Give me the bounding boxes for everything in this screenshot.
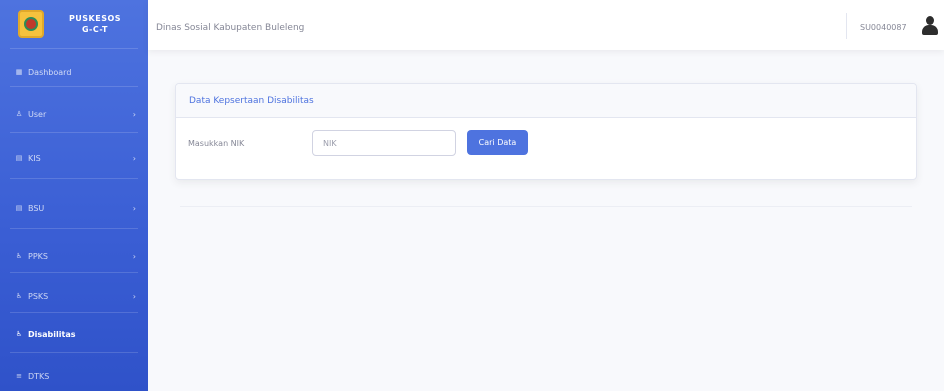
user-icon: ♙ <box>15 110 23 118</box>
wheelchair-icon: ♿ <box>15 292 23 300</box>
sidebar-divider <box>10 132 138 133</box>
sidebar-item-label: PPKS <box>28 251 48 261</box>
sidebar-divider <box>10 228 138 229</box>
dashboard-icon: ▦ <box>15 68 23 76</box>
sidebar-divider <box>10 86 138 87</box>
table-icon: ▤ <box>15 154 23 162</box>
emblem-icon <box>24 16 38 31</box>
brand[interactable]: PUSKESOS G-C-T <box>0 0 148 47</box>
card-title: Data Kepsertaan Disabilitas <box>176 84 916 118</box>
sidebar-divider <box>10 178 138 179</box>
sidebar-item-label: PSKS <box>28 291 49 301</box>
chevron-right-icon: › <box>132 203 136 213</box>
sidebar-item-kis[interactable]: ▤ KIS › <box>0 148 148 168</box>
sidebar-divider <box>10 352 138 353</box>
nik-label: Masukkan NIK <box>188 139 245 148</box>
sidebar-item-dtks[interactable]: ≡ DTKS <box>0 366 148 386</box>
sidebar-divider <box>10 312 138 313</box>
content-divider <box>180 206 912 207</box>
cari-data-button[interactable]: Cari Data <box>467 130 528 155</box>
wheelchair-icon: ♿ <box>15 252 23 260</box>
topbar-divider <box>846 13 847 39</box>
sidebar-item-dashboard[interactable]: ▦ Dashboard <box>0 62 148 82</box>
brand-title: PUSKESOS G-C-T <box>62 13 128 35</box>
sidebar-item-psks[interactable]: ♿ PSKS › <box>0 286 148 306</box>
chevron-right-icon: › <box>132 153 136 163</box>
sidebar-item-label: KIS <box>28 153 41 163</box>
sidebar: PUSKESOS G-C-T ▦ Dashboard ♙ User › ▤ KI… <box>0 0 148 391</box>
sidebar-divider <box>10 48 138 49</box>
chevron-right-icon: › <box>132 291 136 301</box>
brand-line-2: G-C-T <box>81 24 109 34</box>
chevron-right-icon: › <box>132 109 136 119</box>
sidebar-item-bsu[interactable]: ▤ BSU › <box>0 198 148 218</box>
table-icon: ▤ <box>15 204 23 212</box>
sidebar-item-label: Disabilitas <box>28 329 76 339</box>
sidebar-item-user[interactable]: ♙ User › <box>0 104 148 124</box>
sidebar-item-label: User <box>28 109 47 119</box>
nik-input[interactable] <box>312 130 456 156</box>
user-id[interactable]: SU0040087 <box>860 23 907 32</box>
sidebar-item-ppks[interactable]: ♿ PPKS › <box>0 246 148 266</box>
topbar: Dinas Sosial Kabupaten Buleleng SU004008… <box>148 0 944 50</box>
wheelchair-icon: ♿ <box>15 330 23 338</box>
sidebar-divider <box>10 272 138 273</box>
disabilitas-card: Data Kepsertaan Disabilitas Masukkan NIK… <box>175 83 917 180</box>
sidebar-item-disabilitas[interactable]: ♿ Disabilitas <box>0 324 148 344</box>
page-title: Dinas Sosial Kabupaten Buleleng <box>156 23 305 33</box>
brand-line-1: PUSKESOS <box>68 13 122 23</box>
sidebar-item-label: DTKS <box>28 371 50 381</box>
sidebar-item-label: Dashboard <box>28 67 72 77</box>
chevron-right-icon: › <box>132 251 136 261</box>
sidebar-item-label: BSU <box>28 203 45 213</box>
list-icon: ≡ <box>16 372 22 380</box>
puskesos-logo <box>18 9 44 38</box>
user-avatar-icon[interactable] <box>922 16 938 36</box>
